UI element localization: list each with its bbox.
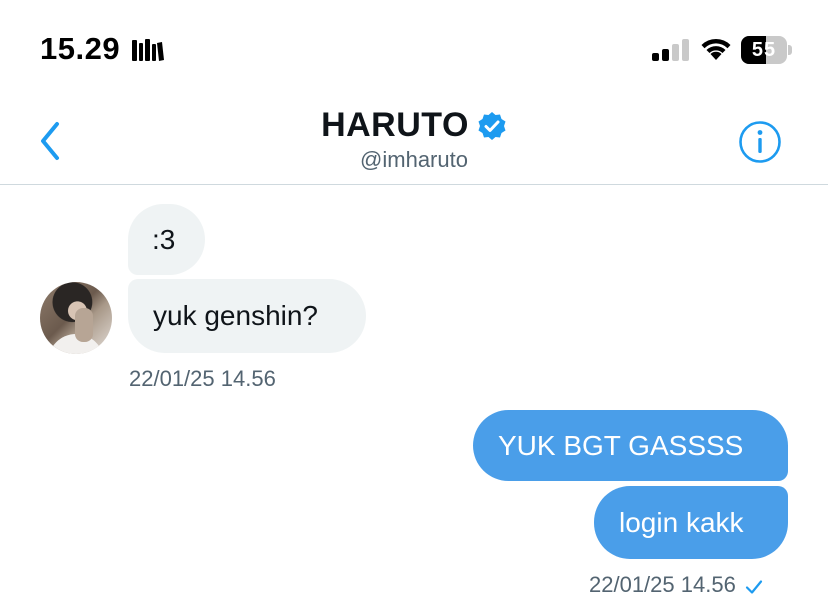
outgoing-message[interactable]: YUK BGT GASSSS <box>473 410 788 481</box>
contact-handle: @imharuto <box>360 147 468 172</box>
status-time: 15.29 <box>40 31 121 66</box>
contact-title[interactable]: HARUTO @imharuto <box>0 106 828 173</box>
message-text: yuk genshin? <box>153 300 319 331</box>
incoming-message[interactable]: yuk genshin? <box>128 279 366 353</box>
checkmark-icon <box>744 576 764 594</box>
outgoing-status: 22/01/25 14.56 <box>589 572 764 598</box>
battery-indicator: 55 <box>741 36 792 64</box>
incoming-timestamp: 22/01/25 14.56 <box>129 366 276 391</box>
battery-level: 55 <box>751 39 777 61</box>
outgoing-message[interactable]: login kakk <box>594 486 788 559</box>
wifi-icon <box>699 35 733 61</box>
cellular-signal-icon <box>651 38 691 62</box>
message-text: login kakk <box>619 506 744 538</box>
info-button[interactable] <box>738 120 782 164</box>
books-icon <box>131 38 165 62</box>
outgoing-timestamp: 22/01/25 14.56 <box>589 572 736 597</box>
contact-avatar[interactable] <box>40 282 112 354</box>
message-text: YUK BGT GASSSS <box>498 429 744 461</box>
verified-badge-icon <box>477 111 507 141</box>
message-text: :3 <box>152 223 176 255</box>
message-list[interactable]: :3 yuk genshin? 22/01/25 14.56 YUK BGT G… <box>0 186 828 605</box>
incoming-message[interactable]: :3 <box>128 204 205 275</box>
contact-name: HARUTO <box>321 106 469 144</box>
conversation-header: HARUTO @imharuto <box>0 100 828 185</box>
status-bar: 15.29 55 <box>0 0 828 100</box>
info-circle-icon <box>739 121 781 163</box>
